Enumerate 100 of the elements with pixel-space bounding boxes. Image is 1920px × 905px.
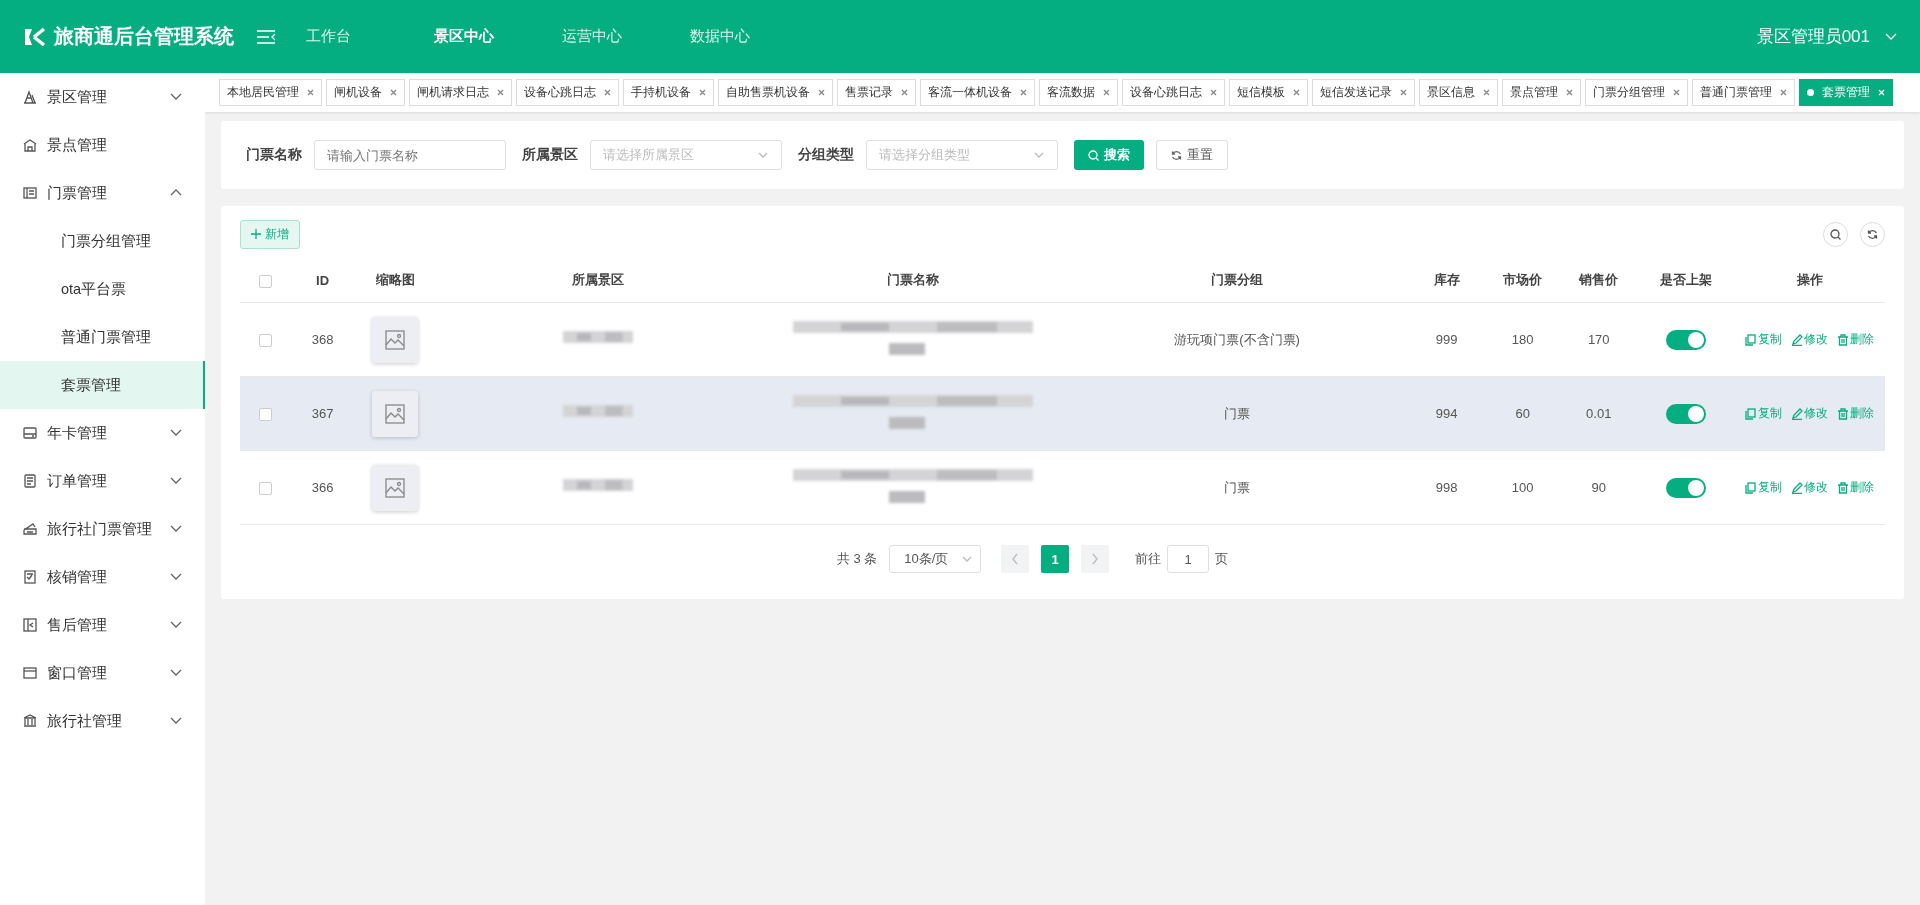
page-tab[interactable]: 普通门票管理: [1692, 79, 1795, 106]
sidebar-item[interactable]: 门票管理: [0, 169, 205, 217]
sidebar-item[interactable]: 旅行社门票管理: [0, 505, 205, 553]
page-tab[interactable]: 短信模板: [1229, 79, 1308, 106]
close-icon: [1293, 89, 1300, 96]
page-tab[interactable]: 短信发送记录: [1312, 79, 1415, 106]
sidebar-subitem[interactable]: 门票分组管理: [0, 217, 205, 265]
trash-icon: [1837, 333, 1850, 346]
row-checkbox[interactable]: [258, 408, 272, 422]
table-cell: 60: [1515, 406, 1530, 421]
house-icon: [22, 137, 38, 153]
refresh-icon: [1171, 149, 1182, 161]
input-field[interactable]: 请输入门票名称: [314, 140, 506, 170]
mountain-icon: [22, 89, 38, 105]
next-page-button[interactable]: [1081, 545, 1110, 573]
table-cell: 367: [311, 406, 334, 421]
page-input[interactable]: 1: [1167, 545, 1210, 573]
sidebar-item[interactable]: 窗口管理: [0, 649, 205, 697]
column-header: 库存: [1433, 272, 1460, 287]
page-tab[interactable]: 售票记录: [837, 79, 916, 106]
sidebar-item[interactable]: 年卡管理: [0, 409, 205, 457]
column-header: 操作: [1796, 272, 1823, 287]
chevron-left-icon: [1011, 553, 1020, 565]
column-header: 是否上架: [1659, 272, 1712, 287]
page-size-select[interactable]: 10条/页: [889, 545, 982, 573]
table-cell: 368: [311, 332, 334, 347]
toggle-switch[interactable]: [1665, 329, 1706, 350]
close-icon: [1780, 89, 1787, 96]
copy-icon: [1745, 333, 1758, 346]
close-icon: [604, 89, 611, 96]
page-tab[interactable]: 手持机设备: [623, 79, 714, 106]
app-title: 旅商通后台管理系统: [54, 24, 234, 49]
close-icon: [699, 89, 706, 96]
page-tab[interactable]: 客流数据: [1039, 79, 1118, 106]
page-suffix: 页: [1215, 550, 1229, 568]
table-cell: 90: [1591, 480, 1606, 495]
row-checkbox[interactable]: [258, 334, 272, 348]
refresh-icon: [1867, 228, 1878, 240]
card-icon: [22, 425, 38, 441]
ticket-icon: [22, 185, 38, 201]
image-icon: [384, 476, 407, 499]
table-cell: 180: [1511, 332, 1534, 347]
page-tab[interactable]: 闸机请求日志: [409, 79, 512, 106]
page-tab[interactable]: 客流一体机设备: [920, 79, 1035, 106]
sidebar-item[interactable]: 核销管理: [0, 553, 205, 601]
sidebar-subitem[interactable]: 套票管理: [0, 361, 205, 409]
sidebar-item[interactable]: 旅行社管理: [0, 697, 205, 745]
sidebar-item[interactable]: 景点管理: [0, 121, 205, 169]
page-tab[interactable]: 闸机设备: [326, 79, 405, 106]
sidebar-subitem[interactable]: 普通门票管理: [0, 313, 205, 361]
prev-page-button[interactable]: [1001, 545, 1030, 573]
trash-icon: [1837, 481, 1850, 494]
table-cell: 门票: [1224, 479, 1251, 495]
chevron-right-icon: [1091, 553, 1100, 565]
close-icon: [390, 89, 397, 96]
row-checkbox[interactable]: [258, 482, 272, 496]
menu-icon[interactable]: [256, 28, 276, 45]
goto-label: 前往: [1135, 550, 1162, 568]
sidebar-item[interactable]: 售后管理: [0, 601, 205, 649]
page-tab[interactable]: 景区信息: [1419, 79, 1498, 106]
table-cell: 100: [1511, 480, 1534, 495]
table-cell: 游玩项门票(不含门票): [1174, 331, 1300, 347]
column-header: ID: [316, 272, 330, 288]
field-label: 门票名称: [246, 146, 302, 164]
column-header: 门票分组: [1211, 272, 1264, 287]
page-tab[interactable]: 设备心跳日志: [1122, 79, 1225, 106]
column-header: 市场价: [1503, 272, 1543, 287]
image-icon: [384, 402, 407, 425]
field-label: 所属景区: [522, 146, 578, 164]
trash-icon: [1837, 407, 1850, 420]
close-icon: [818, 89, 825, 96]
sidebar-subitem[interactable]: ota平台票: [0, 265, 205, 313]
close-icon: [1103, 89, 1110, 96]
sidebar-item[interactable]: 订单管理: [0, 457, 205, 505]
search-icon: [1088, 149, 1099, 161]
column-header: 销售价: [1579, 272, 1619, 287]
window-icon: [22, 665, 38, 681]
active-dot: [1807, 89, 1814, 96]
return-icon: [22, 617, 38, 633]
close-icon: [1400, 89, 1407, 96]
bank-icon: [22, 713, 38, 729]
close-icon: [1210, 89, 1217, 96]
toggle-switch[interactable]: [1665, 477, 1706, 498]
close-icon: [497, 89, 504, 96]
page-tab[interactable]: 景点管理: [1502, 79, 1581, 106]
chevron-down-icon: [962, 554, 973, 564]
close-icon: [1566, 89, 1573, 96]
sidebar-item[interactable]: 景区管理: [0, 73, 205, 121]
page-tab[interactable]: 设备心跳日志: [516, 79, 619, 106]
reset-button[interactable]: 重置: [1156, 140, 1228, 170]
list-icon: [22, 473, 38, 489]
page-tab[interactable]: 门票分组管理: [1585, 79, 1688, 106]
clipboard-icon: [22, 569, 38, 585]
page-tab[interactable]: 自助售票机设备: [718, 79, 833, 106]
close-icon: [1878, 89, 1885, 96]
page-tab[interactable]: 本地居民管理: [219, 79, 322, 106]
table-cell: 999: [1435, 332, 1458, 347]
edit-icon: [1791, 407, 1804, 420]
toggle-switch[interactable]: [1665, 403, 1706, 424]
select-all-checkbox[interactable]: [258, 274, 272, 288]
